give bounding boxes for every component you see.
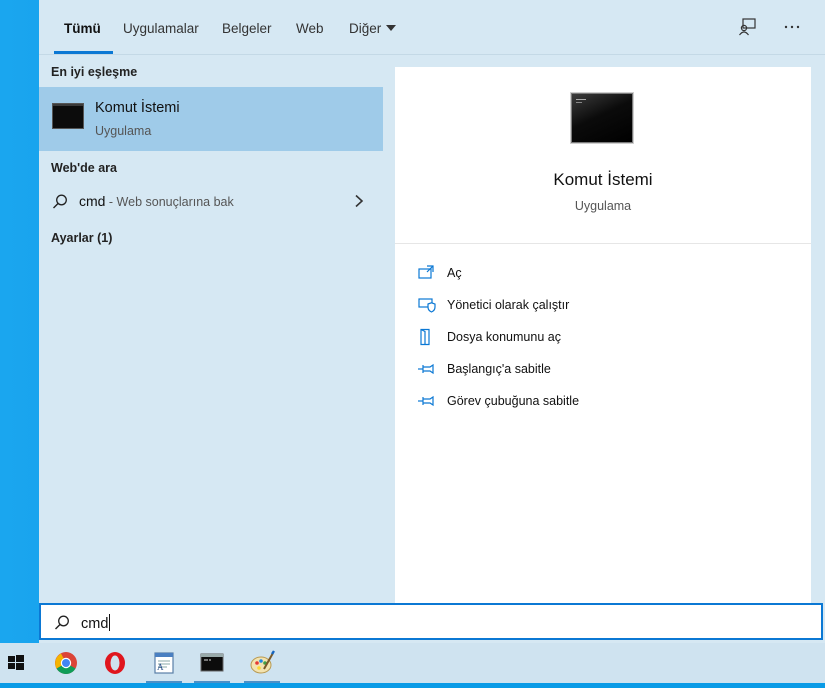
tab-web-label: Web	[296, 21, 324, 36]
web-hint: - Web sonuçlarına bak	[105, 195, 234, 209]
tab-apps[interactable]: Uygulamalar	[123, 0, 199, 54]
web-search-header: Web'de ara	[51, 161, 117, 175]
best-match-header: En iyi eşleşme	[51, 65, 138, 79]
action-open-label: Aç	[447, 266, 462, 280]
action-open[interactable]: Aç	[417, 260, 797, 288]
cmd-icon[interactable]	[190, 643, 234, 683]
action-pin-to-start[interactable]: Başlangıç'a sabitle	[417, 356, 797, 384]
tab-more-label: Diğer	[349, 21, 382, 36]
paint-icon[interactable]	[240, 643, 284, 683]
wordpad-icon[interactable]: A	[142, 643, 186, 683]
detail-title: Komut İstemi	[553, 170, 653, 189]
windows-start-icon[interactable]	[0, 643, 38, 683]
results-list: En iyi eşleşme Komut İstemi Uygulama Web…	[39, 55, 383, 603]
tab-all-label: Tümü	[64, 21, 101, 36]
tab-web[interactable]: Web	[296, 0, 324, 54]
svg-text:A: A	[157, 662, 164, 672]
more-options-icon[interactable]	[779, 14, 805, 40]
chevron-right-icon[interactable]	[353, 194, 365, 208]
text-cursor	[109, 614, 111, 631]
shield-admin-icon	[418, 298, 436, 313]
command-prompt-large-icon	[571, 93, 633, 143]
open-icon	[418, 265, 434, 279]
action-open-file-location-label: Dosya konumunu aç	[447, 330, 561, 344]
pin-taskbar-icon	[418, 395, 434, 407]
action-open-file-location[interactable]: Dosya konumunu aç	[417, 324, 797, 352]
action-run-as-admin[interactable]: Yönetici olarak çalıştır	[417, 292, 797, 320]
search-value: cmd	[81, 616, 109, 632]
action-pin-to-taskbar[interactable]: Görev çubuğuna sabitle	[417, 388, 797, 416]
opera-icon[interactable]	[93, 643, 137, 683]
web-search-result[interactable]: cmd - Web sonuçlarına bak	[39, 185, 383, 217]
tab-apps-label: Uygulamalar	[123, 21, 199, 36]
action-run-as-admin-label: Yönetici olarak çalıştır	[447, 298, 570, 312]
best-match-title: Komut İstemi	[95, 100, 180, 116]
search-input-text: cmd	[81, 614, 111, 632]
detail-subtitle: Uygulama	[574, 199, 632, 213]
divider	[395, 243, 811, 244]
action-pin-to-start-label: Başlangıç'a sabitle	[447, 362, 551, 376]
settings-header[interactable]: Ayarlar (1)	[51, 231, 112, 245]
tab-all[interactable]: Tümü	[54, 0, 113, 54]
search-filter-bar: Tümü Uygulamalar Belgeler Web Diğer	[39, 0, 825, 55]
taskbar: A	[0, 643, 825, 683]
search-input[interactable]: cmd	[39, 603, 823, 640]
best-match-subtitle: Uygulama	[95, 124, 152, 138]
detail-pane: Komut İstemi Uygulama Aç Yönetici olarak…	[395, 67, 811, 603]
search-panel: Tümü Uygulamalar Belgeler Web Diğer En i…	[39, 0, 825, 643]
search-icon	[55, 615, 69, 630]
best-match-result[interactable]: Komut İstemi Uygulama	[39, 87, 383, 151]
search-icon	[53, 194, 67, 209]
web-query: cmd	[79, 193, 106, 209]
action-pin-to-taskbar-label: Görev çubuğuna sabitle	[447, 394, 580, 408]
tab-documents[interactable]: Belgeler	[222, 0, 272, 54]
command-prompt-icon	[52, 103, 84, 129]
tab-documents-label: Belgeler	[222, 21, 272, 36]
file-location-icon	[420, 328, 430, 346]
feedback-icon[interactable]	[735, 14, 761, 40]
pin-start-icon	[418, 363, 434, 375]
chrome-icon[interactable]	[44, 643, 88, 683]
chevron-down-icon	[386, 25, 397, 31]
web-search-text: cmd - Web sonuçlarına bak	[79, 193, 234, 209]
tab-more[interactable]: Diğer	[349, 0, 397, 54]
